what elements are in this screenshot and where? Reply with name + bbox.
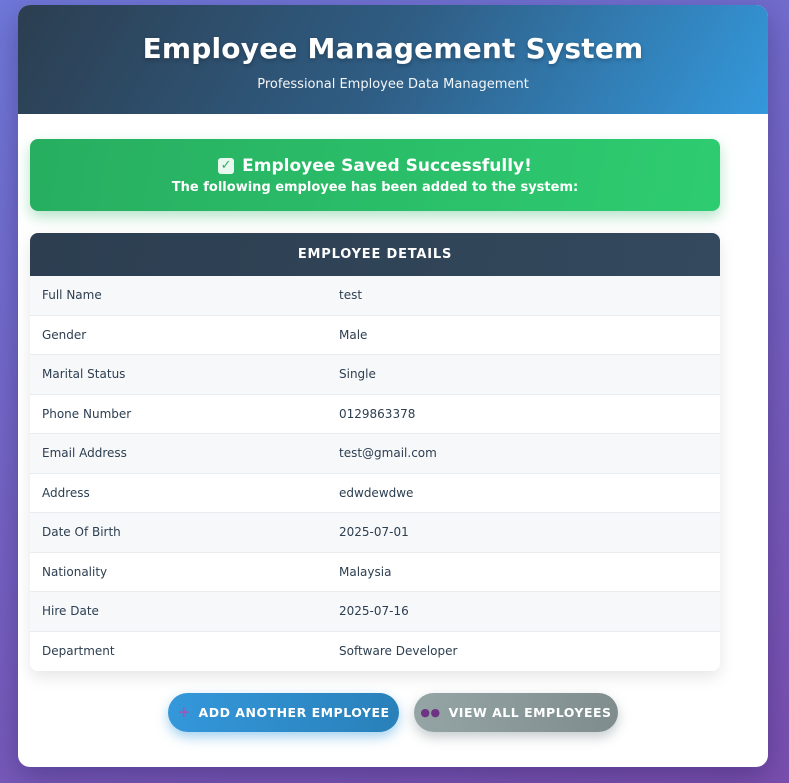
check-icon: ✓ — [218, 157, 235, 174]
row-value: 2025-07-01 — [339, 525, 409, 540]
row-value: Male — [339, 327, 368, 342]
table-row: Phone Number 0129863378 — [30, 394, 720, 434]
add-button-label: ADD ANOTHER EMPLOYEE — [198, 705, 390, 720]
alert-title-line: ✓ Employee Saved Successfully! — [218, 156, 532, 176]
row-value: edwdewdwe — [339, 485, 414, 500]
view-all-employees-button[interactable]: ●● VIEW ALL EMPLOYEES — [414, 693, 618, 732]
success-alert: ✓ Employee Saved Successfully! The follo… — [30, 139, 720, 211]
row-label: Email Address — [42, 446, 127, 461]
table-row: Address edwdewdwe — [30, 473, 720, 513]
table-row: Full Name test — [30, 276, 720, 316]
page-header: Employee Management System Professional … — [18, 5, 768, 114]
row-label: Department — [42, 644, 115, 659]
table-row: Department Software Developer — [30, 631, 720, 671]
row-value: test@gmail.com — [339, 446, 437, 461]
row-label: Date Of Birth — [42, 525, 121, 540]
view-button-label: VIEW ALL EMPLOYEES — [448, 705, 612, 720]
add-another-employee-button[interactable]: + ADD ANOTHER EMPLOYEE — [168, 693, 399, 732]
row-label: Phone Number — [42, 406, 132, 421]
page-title: Employee Management System — [142, 31, 644, 65]
row-label: Hire Date — [42, 604, 99, 619]
table-row: Nationality Malaysia — [30, 552, 720, 592]
table-row: Date Of Birth 2025-07-01 — [30, 513, 720, 553]
alert-title: Employee Saved Successfully! — [242, 155, 532, 176]
row-value: test — [339, 288, 363, 303]
details-rows: Full Name test Gender Male Marital Statu… — [30, 276, 720, 671]
row-label: Full Name — [42, 288, 102, 303]
row-label: Nationality — [42, 564, 108, 579]
row-value: 0129863378 — [339, 406, 416, 421]
employee-details-table: EMPLOYEE DETAILS Full Name test Gender M… — [30, 233, 720, 671]
row-value: Single — [339, 367, 376, 382]
alert-message: The following employee has been added to… — [171, 179, 579, 195]
row-value: 2025-07-16 — [339, 604, 409, 619]
row-label: Marital Status — [42, 367, 126, 382]
table-row: Email Address test@gmail.com — [30, 434, 720, 474]
plus-icon: + — [177, 703, 191, 721]
details-heading: EMPLOYEE DETAILS — [30, 233, 720, 276]
row-value: Malaysia — [339, 564, 392, 579]
page-subtitle: Professional Employee Data Management — [257, 76, 529, 92]
row-label: Gender — [42, 327, 87, 342]
users-icon: ●● — [420, 706, 441, 719]
table-row: Gender Male — [30, 315, 720, 355]
table-row: Hire Date 2025-07-16 — [30, 592, 720, 632]
row-value: Software Developer — [339, 644, 458, 659]
row-label: Address — [42, 485, 90, 500]
table-row: Marital Status Single — [30, 355, 720, 395]
